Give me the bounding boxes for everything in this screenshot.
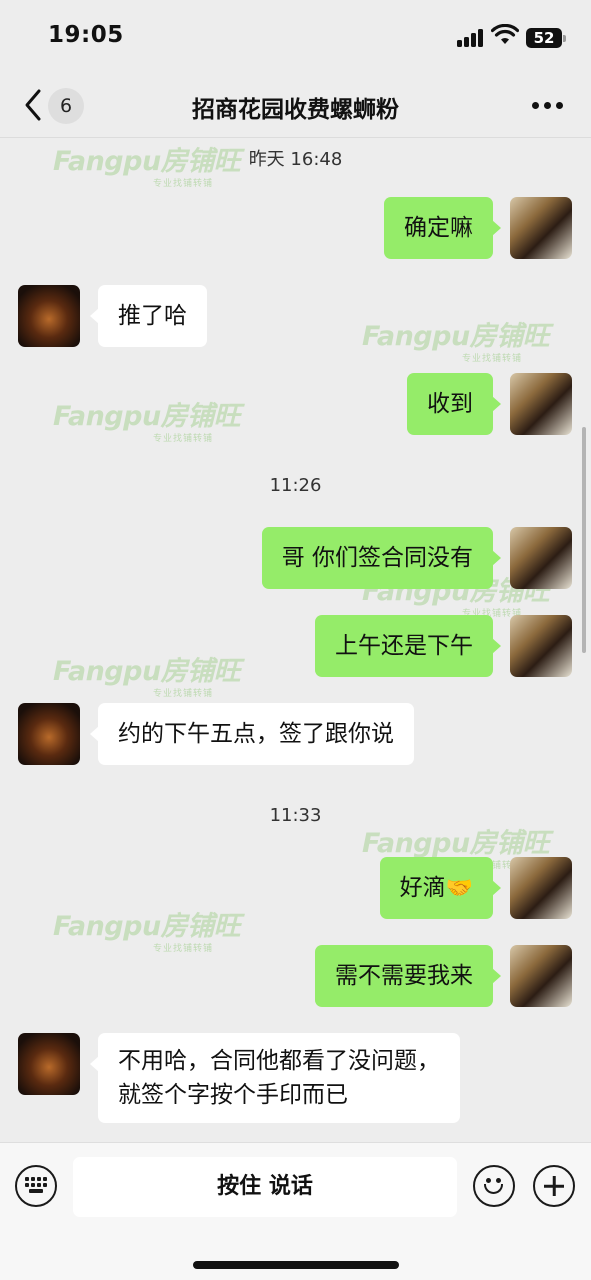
- message-bubble-sent[interactable]: 确定嘛: [384, 197, 501, 259]
- contact-avatar[interactable]: [18, 703, 80, 765]
- wifi-icon: [491, 24, 519, 44]
- message-bubble-received[interactable]: 推了哈: [90, 285, 207, 347]
- input-bar: 按住 说话: [0, 1142, 591, 1280]
- message-bubble-sent[interactable]: 哥 你们签合同没有: [261, 527, 502, 589]
- watermark: Fangpu房铺旺专业找铺转铺: [362, 321, 550, 364]
- my-avatar[interactable]: [510, 857, 572, 919]
- message-bubble-sent[interactable]: 好滴🤝: [379, 857, 502, 919]
- timestamp: 11:26: [269, 475, 322, 496]
- watermark: Fangpu房铺旺专业找铺转铺: [53, 401, 241, 444]
- my-avatar[interactable]: [510, 527, 572, 589]
- my-avatar[interactable]: [510, 373, 572, 435]
- status-time: 19:05: [48, 22, 124, 48]
- chat-header: 6 招商花园收费螺蛳粉: [0, 74, 591, 138]
- message-text: 好滴: [399, 875, 446, 901]
- plus-icon[interactable]: [533, 1165, 575, 1207]
- keyboard-icon[interactable]: [15, 1165, 57, 1207]
- watermark: Fangpu房铺旺专业找铺转铺: [53, 656, 241, 699]
- emoji-icon[interactable]: [473, 1165, 515, 1207]
- my-avatar[interactable]: [510, 945, 572, 1007]
- my-avatar[interactable]: [510, 197, 572, 259]
- battery-icon: 52: [526, 28, 566, 48]
- signal-icon: [457, 29, 485, 47]
- message-bubble-received[interactable]: 不用哈，合同他都看了没问题， 就签个字按个手印而已: [90, 1033, 460, 1123]
- message-bubble-sent[interactable]: 需不需要我来: [315, 945, 501, 1007]
- scrollbar[interactable]: [582, 427, 586, 653]
- contact-avatar[interactable]: [18, 285, 80, 347]
- chat-title: 招商花园收费螺蛳粉: [192, 97, 399, 123]
- my-avatar[interactable]: [510, 615, 572, 677]
- message-bubble-sent[interactable]: 收到: [407, 373, 501, 435]
- status-bar: 19:05 52: [0, 0, 591, 74]
- message-line: 不用哈，合同他都看了没问题，: [118, 1048, 440, 1074]
- chat-messages[interactable]: Fangpu房铺旺 专业找铺转铺 Fangpu房铺旺 专业找铺转铺 Fangpu房铺…: [0, 139, 591, 1142]
- hold-to-talk-button[interactable]: 按住 说话: [73, 1157, 457, 1217]
- timestamp: 昨天 16:48: [248, 149, 343, 170]
- message-line: 就签个字按个手印而已: [118, 1082, 348, 1108]
- message-bubble-sent[interactable]: 上午还是下午: [315, 615, 501, 677]
- watermark: Fangpu房铺旺专业找铺转铺: [53, 911, 241, 954]
- message-bubble-received[interactable]: 约的下午五点，签了跟你说: [90, 703, 414, 765]
- contact-avatar[interactable]: [18, 1033, 80, 1095]
- more-icon[interactable]: [532, 102, 564, 110]
- handshake-emoji-icon: 🤝: [445, 876, 473, 901]
- home-indicator: [193, 1261, 399, 1269]
- timestamp: 11:33: [269, 805, 322, 826]
